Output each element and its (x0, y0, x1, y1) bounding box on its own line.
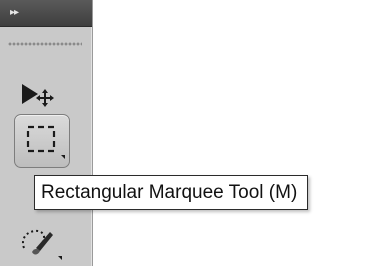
lasso-tool-button[interactable] (14, 218, 68, 264)
rectangular-marquee-tool-button[interactable] (14, 114, 70, 168)
tool-tooltip: Rectangular Marquee Tool (M) (34, 175, 309, 210)
collapse-panel-icon[interactable]: ▸▸ (10, 7, 28, 19)
panel-header[interactable]: ▸▸ (0, 0, 92, 27)
lasso-icon (22, 229, 62, 260)
flyout-arrow-icon (61, 155, 65, 159)
panel-grip[interactable] (8, 42, 82, 46)
marquee-icon (26, 125, 65, 159)
flyout-arrow-icon (58, 256, 62, 260)
tools-panel: ▸▸ (0, 0, 93, 266)
